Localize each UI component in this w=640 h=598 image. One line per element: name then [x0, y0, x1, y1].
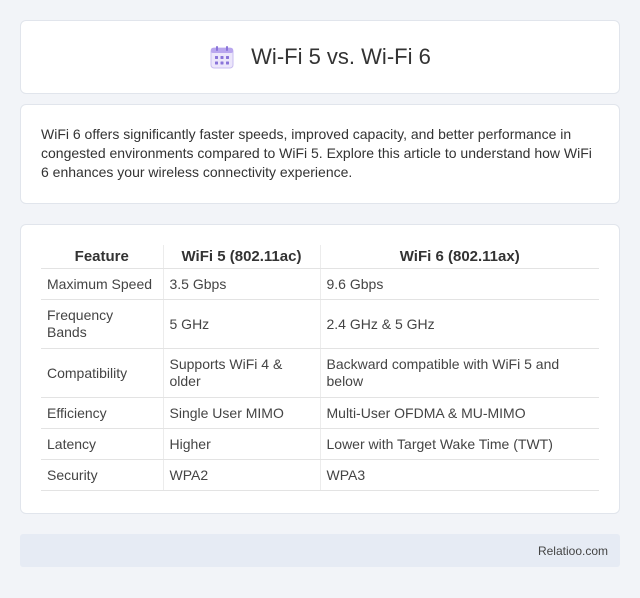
cell-feature: Efficiency — [41, 397, 164, 429]
cell-wifi6: Lower with Target Wake Time (TWT) — [320, 428, 599, 460]
table-row: Security WPA2 WPA3 — [41, 459, 599, 491]
table-row: Maximum Speed 3.5 Gbps 9.6 Gbps — [41, 268, 599, 300]
comparison-card: Feature WiFi 5 (802.11ac) WiFi 6 (802.11… — [20, 224, 620, 514]
cell-feature: Security — [41, 459, 164, 491]
title-card: Wi-Fi 5 vs. Wi-Fi 6 — [20, 20, 620, 94]
table-row: Frequency Bands 5 GHz 2.4 GHz & 5 GHz — [41, 299, 599, 349]
cell-wifi5: 5 GHz — [163, 299, 321, 349]
table-row: Latency Higher Lower with Target Wake Ti… — [41, 428, 599, 460]
cell-wifi6: WPA3 — [320, 459, 599, 491]
cell-wifi6: 9.6 Gbps — [320, 268, 599, 300]
cell-wifi5: 3.5 Gbps — [163, 268, 321, 300]
header-feature: Feature — [41, 245, 164, 269]
intro-card: WiFi 6 offers significantly faster speed… — [20, 104, 620, 204]
cell-feature: Compatibility — [41, 348, 164, 398]
header-wifi5: WiFi 5 (802.11ac) — [163, 245, 321, 269]
cell-wifi5: Higher — [163, 428, 321, 460]
table-row: Efficiency Single User MIMO Multi-User O… — [41, 397, 599, 429]
cell-feature: Maximum Speed — [41, 268, 164, 300]
calendar-icon — [209, 44, 235, 70]
header-wifi6: WiFi 6 (802.11ax) — [320, 245, 599, 269]
cell-wifi5: WPA2 — [163, 459, 321, 491]
comparison-table: Feature WiFi 5 (802.11ac) WiFi 6 (802.11… — [41, 245, 599, 491]
footer: Relatioo.com — [20, 534, 620, 567]
intro-text: WiFi 6 offers significantly faster speed… — [41, 126, 592, 180]
cell-wifi6: 2.4 GHz & 5 GHz — [320, 299, 599, 349]
cell-wifi5: Single User MIMO — [163, 397, 321, 429]
cell-wifi6: Backward compatible with WiFi 5 and belo… — [320, 348, 599, 398]
table-row: Compatibility Supports WiFi 4 & older Ba… — [41, 348, 599, 398]
footer-brand[interactable]: Relatioo.com — [538, 544, 608, 558]
cell-feature: Latency — [41, 428, 164, 460]
cell-wifi6: Multi-User OFDMA & MU-MIMO — [320, 397, 599, 429]
table-header-row: Feature WiFi 5 (802.11ac) WiFi 6 (802.11… — [41, 245, 599, 269]
cell-wifi5: Supports WiFi 4 & older — [163, 348, 321, 398]
cell-feature: Frequency Bands — [41, 299, 164, 349]
page-title: Wi-Fi 5 vs. Wi-Fi 6 — [251, 44, 431, 69]
